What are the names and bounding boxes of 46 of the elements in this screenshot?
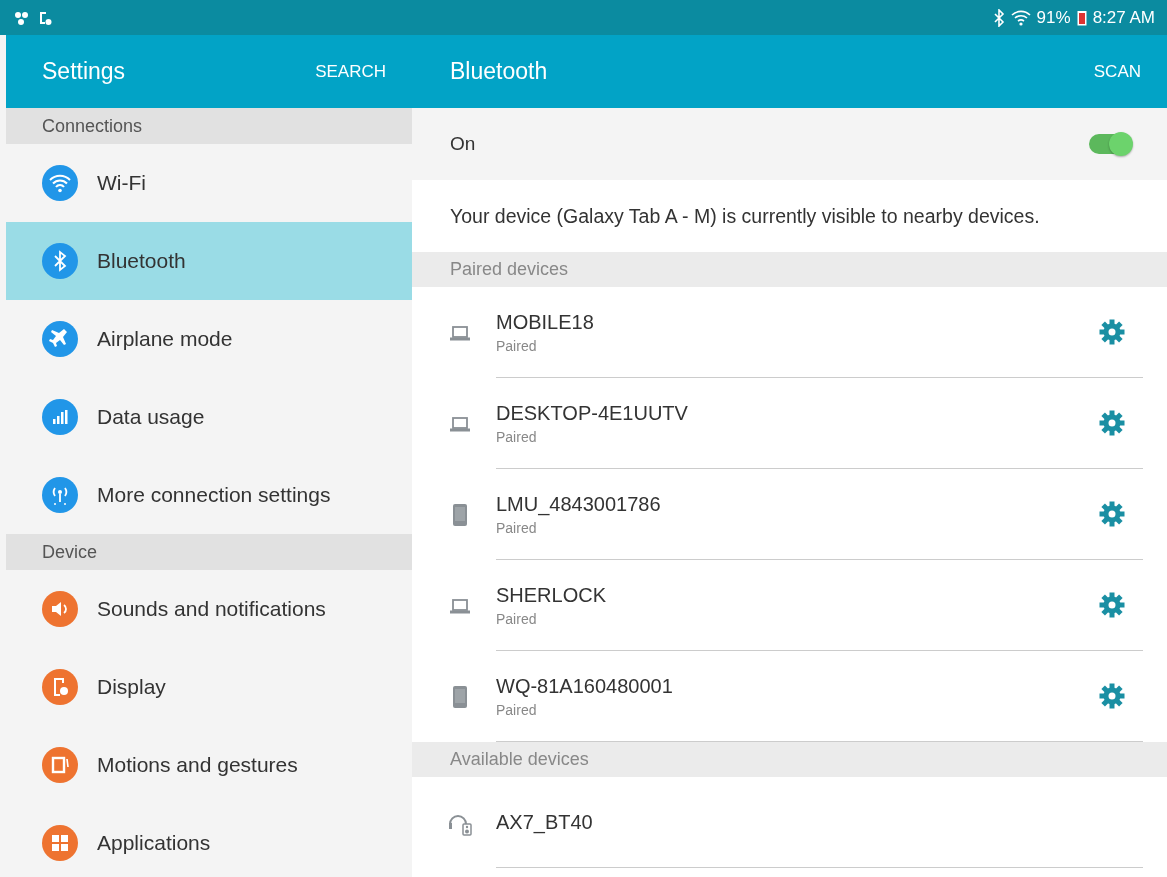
battery-icon — [1076, 9, 1087, 26]
sidebar-item[interactable]: Data usage — [6, 378, 412, 456]
settings-icon[interactable] — [1099, 410, 1125, 436]
device-name[interactable]: LMU_4843001786 — [496, 492, 661, 516]
sidebar-title: Settings — [42, 58, 126, 85]
toggle-switch[interactable] — [1089, 134, 1131, 154]
sidebar-item[interactable]: Sounds and notifications — [6, 570, 412, 648]
phone-icon — [453, 503, 467, 526]
device-name[interactable]: SHERLOCK — [496, 583, 607, 607]
laptop-icon — [450, 415, 470, 432]
visibility-text: Your device (Galaxy Tab A - M) is currently visible to nearby devices. — [449, 203, 1041, 229]
clock: 8:27 AM — [1092, 7, 1155, 28]
sidebar-item[interactable]: Applications — [6, 804, 412, 877]
device-name[interactable]: MOBILE18 — [496, 310, 594, 334]
page-title: Bluetooth — [450, 58, 548, 85]
settings-icon[interactable] — [1099, 319, 1125, 345]
section-header: Paired devices — [412, 252, 1167, 287]
device-name[interactable]: DESKTOP-4E1UUTV — [496, 401, 688, 425]
sidebar-item[interactable]: Bluetooth — [6, 222, 412, 300]
settings-icon[interactable] — [1099, 501, 1125, 527]
switch-label: On — [450, 133, 476, 155]
device-name[interactable]: AX7_BT40 — [496, 810, 593, 834]
settings-icon[interactable] — [1099, 592, 1125, 618]
sidebar-item[interactable]: More connection settings — [6, 456, 412, 534]
sidebar-item[interactable]: Display — [6, 648, 412, 726]
notification-icon — [14, 9, 30, 26]
phone-icon — [453, 685, 467, 708]
sidebar-item[interactable]: Airplane mode — [6, 300, 412, 378]
wifi-icon — [1010, 8, 1031, 27]
device-status: Paired — [496, 701, 538, 718]
screenshot-icon — [38, 9, 52, 26]
bluetooth-icon — [992, 8, 1005, 27]
settings-icon[interactable] — [1099, 683, 1125, 709]
laptop-icon — [450, 597, 470, 614]
device-status: Paired — [496, 428, 538, 445]
battery-percent: 91% — [1036, 7, 1071, 28]
section-header: Connections — [6, 108, 412, 144]
section-header: Available devices — [412, 742, 1167, 777]
laptop-icon — [450, 324, 470, 341]
sidebar-item[interactable]: Motions and gestures — [6, 726, 412, 804]
sidebar-item[interactable]: Wi-Fi — [6, 144, 412, 222]
section-header: Device — [6, 534, 412, 570]
device-status: Paired — [496, 519, 538, 536]
device-name[interactable]: WQ-81A160480001 — [496, 674, 673, 698]
device-status: Paired — [496, 610, 538, 627]
device-status: Paired — [496, 337, 538, 354]
